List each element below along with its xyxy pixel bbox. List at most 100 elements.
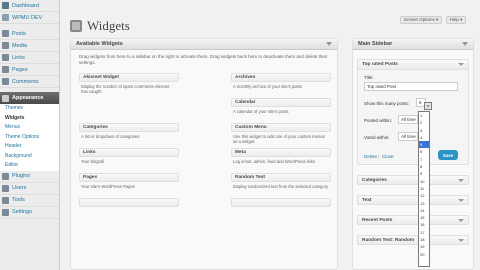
menu-item-appearance[interactable]: Appearance [0,92,59,104]
sidebar-widget-recent-posts[interactable]: Recent Posts [357,215,469,225]
menu-label: WPMU DEV [12,14,43,21]
available-widgets-header[interactable]: Available Widgets [71,39,337,50]
dropdown-option[interactable]: 2 [419,119,429,126]
widget-calendar[interactable]: Calendar A calendar of your site's posts [231,98,331,123]
menu-item-links[interactable]: Links [0,52,59,64]
menu-item-settings[interactable]: Settings [0,207,59,219]
expand-arrow-icon[interactable] [458,238,464,242]
widget-akismet[interactable]: Akismet Widget Display the number of spam… [79,73,179,98]
dropdown-option[interactable]: 8 [419,163,429,170]
expand-arrow-icon[interactable] [458,178,464,182]
dropdown-option[interactable]: 3 [419,127,429,134]
title-input[interactable]: Top rated Post [364,82,458,91]
available-widgets-description: Drag widgets from here to a sidebar on t… [79,54,328,65]
dropdown-option[interactable]: 13 [419,200,429,207]
widget-partial[interactable] [231,198,331,223]
dropdown-option[interactable]: 10 [419,178,429,185]
main-sidebar-panel: Main Sidebar Top rated Posts Title: Top … [352,38,474,270]
submenu-menus[interactable]: Menus [0,123,59,133]
tools-icon [2,196,9,204]
expand-arrow-icon[interactable] [458,218,464,222]
voted-within-select[interactable]: All time [398,132,418,141]
dropdown-option[interactable]: 4 [419,134,429,141]
widget-archives[interactable]: Archives A monthly archive of your site's… [231,73,331,98]
menu-item-plugins[interactable]: Plugins [0,171,59,183]
sidebar-widget-categories[interactable]: Categories [357,175,469,185]
widget-title[interactable]: Links [79,148,179,157]
dropdown-option[interactable]: 20 [419,251,429,258]
menu-item-comments[interactable]: Comments [0,76,59,88]
widget-title[interactable]: Categories [79,123,179,132]
widget-title: Recent Posts [362,217,393,223]
widget-categories[interactable]: Categories A list or dropdown of categori… [79,123,179,148]
widget-title[interactable]: Pages [79,173,179,182]
menu-label: Media [12,42,27,49]
dropdown-option[interactable]: 19 [419,243,429,250]
collapse-arrow-icon[interactable] [458,63,464,66]
menu-item-media[interactable]: Media [0,40,59,52]
pin-icon [2,30,9,37]
widget-description: A calendar of your site's posts [233,109,289,114]
dropdown-option[interactable]: 5 [419,141,429,149]
expand-arrow-icon[interactable] [458,198,464,202]
posted-within-select[interactable]: All time [398,115,418,124]
submenu-theme-options[interactable]: Theme Options [0,133,59,143]
widget-grid: Akismet Widget Display the number of spam… [79,73,331,223]
widget-title[interactable] [79,198,179,207]
menu-item-users[interactable]: Users [0,183,59,195]
submenu-editor[interactable]: Editor [0,161,59,171]
close-link[interactable]: Close [382,154,394,159]
submenu-themes[interactable]: Themes [0,104,59,114]
menu-label: Settings [12,209,32,215]
dropdown-option[interactable]: 18 [419,236,429,243]
widget-title[interactable]: Calendar [231,98,331,107]
dropdown-option[interactable]: 1 [419,112,429,119]
dropdown-option[interactable]: 7 [419,156,429,163]
submenu-widgets[interactable]: Widgets [0,114,59,124]
widget-random-text[interactable]: Random Text Display randomized text from … [231,173,331,198]
widget-title[interactable]: Random Text [231,173,331,182]
widget-title[interactable]: Meta [231,148,331,157]
sidebar-widget-random-text[interactable]: Random Text: Random [357,235,469,245]
settings-icon [2,208,9,216]
menu-item-wpmudev[interactable]: WPMU DEV [0,12,59,24]
help-button[interactable]: Help ▾ [446,16,466,24]
dropdown-option[interactable]: 14 [419,207,429,214]
widget-partial[interactable] [79,198,179,223]
dropdown-option[interactable]: 9 [419,170,429,177]
main-sidebar-header[interactable]: Main Sidebar [353,39,473,50]
widget-title[interactable]: Archives [231,73,331,82]
dropdown-option[interactable]: 15 [419,214,429,221]
dropdown-option[interactable]: 11 [419,185,429,192]
dropdown-option[interactable]: 6 [419,148,429,155]
widget-title[interactable] [231,198,331,207]
widget-meta[interactable]: Meta Log in/out, admin, feed and WordPres… [231,148,331,173]
menu-item-tools[interactable]: Tools [0,195,59,207]
menu-item-pages[interactable]: Pages [0,64,59,76]
delete-link[interactable]: Delete [364,154,377,159]
save-button[interactable]: Save [438,150,458,160]
widget-links[interactable]: Links Your blogroll [79,148,179,173]
widget-title[interactable]: Custom Menu [231,123,331,132]
dropdown-option[interactable]: 12 [419,192,429,199]
submenu-background[interactable]: Background [0,152,59,162]
select-dropdown-button[interactable] [424,102,432,110]
menu-item-dashboard[interactable]: Dashboard [0,0,59,12]
collapse-arrow-icon[interactable] [326,42,332,46]
chevron-down-icon [426,104,430,108]
dropdown-option[interactable]: 17 [419,229,429,236]
widget-title[interactable]: Akismet Widget [79,73,179,82]
count-label: Show this many posts: [364,101,410,106]
collapse-arrow-icon[interactable] [462,42,468,46]
dropdown-option[interactable]: 16 [419,221,429,228]
sidebar-widget-text[interactable]: Text [357,195,469,205]
collapsed-widgets: Categories Text Recent Posts Random Text… [353,175,473,245]
widget-pages[interactable]: Pages Your site's WordPress Pages [79,173,179,198]
menu-label: Pages [12,66,28,73]
title-label: Title: [364,75,374,80]
submenu-header[interactable]: Header [0,142,59,152]
screen-options-button[interactable]: Screen Options ▾ [400,16,442,24]
widget-custom-menu[interactable]: Custom Menu Use this widget to add one of… [231,123,331,148]
widget-header[interactable]: Top rated Posts [358,60,468,70]
menu-item-posts[interactable]: Posts [0,28,59,40]
